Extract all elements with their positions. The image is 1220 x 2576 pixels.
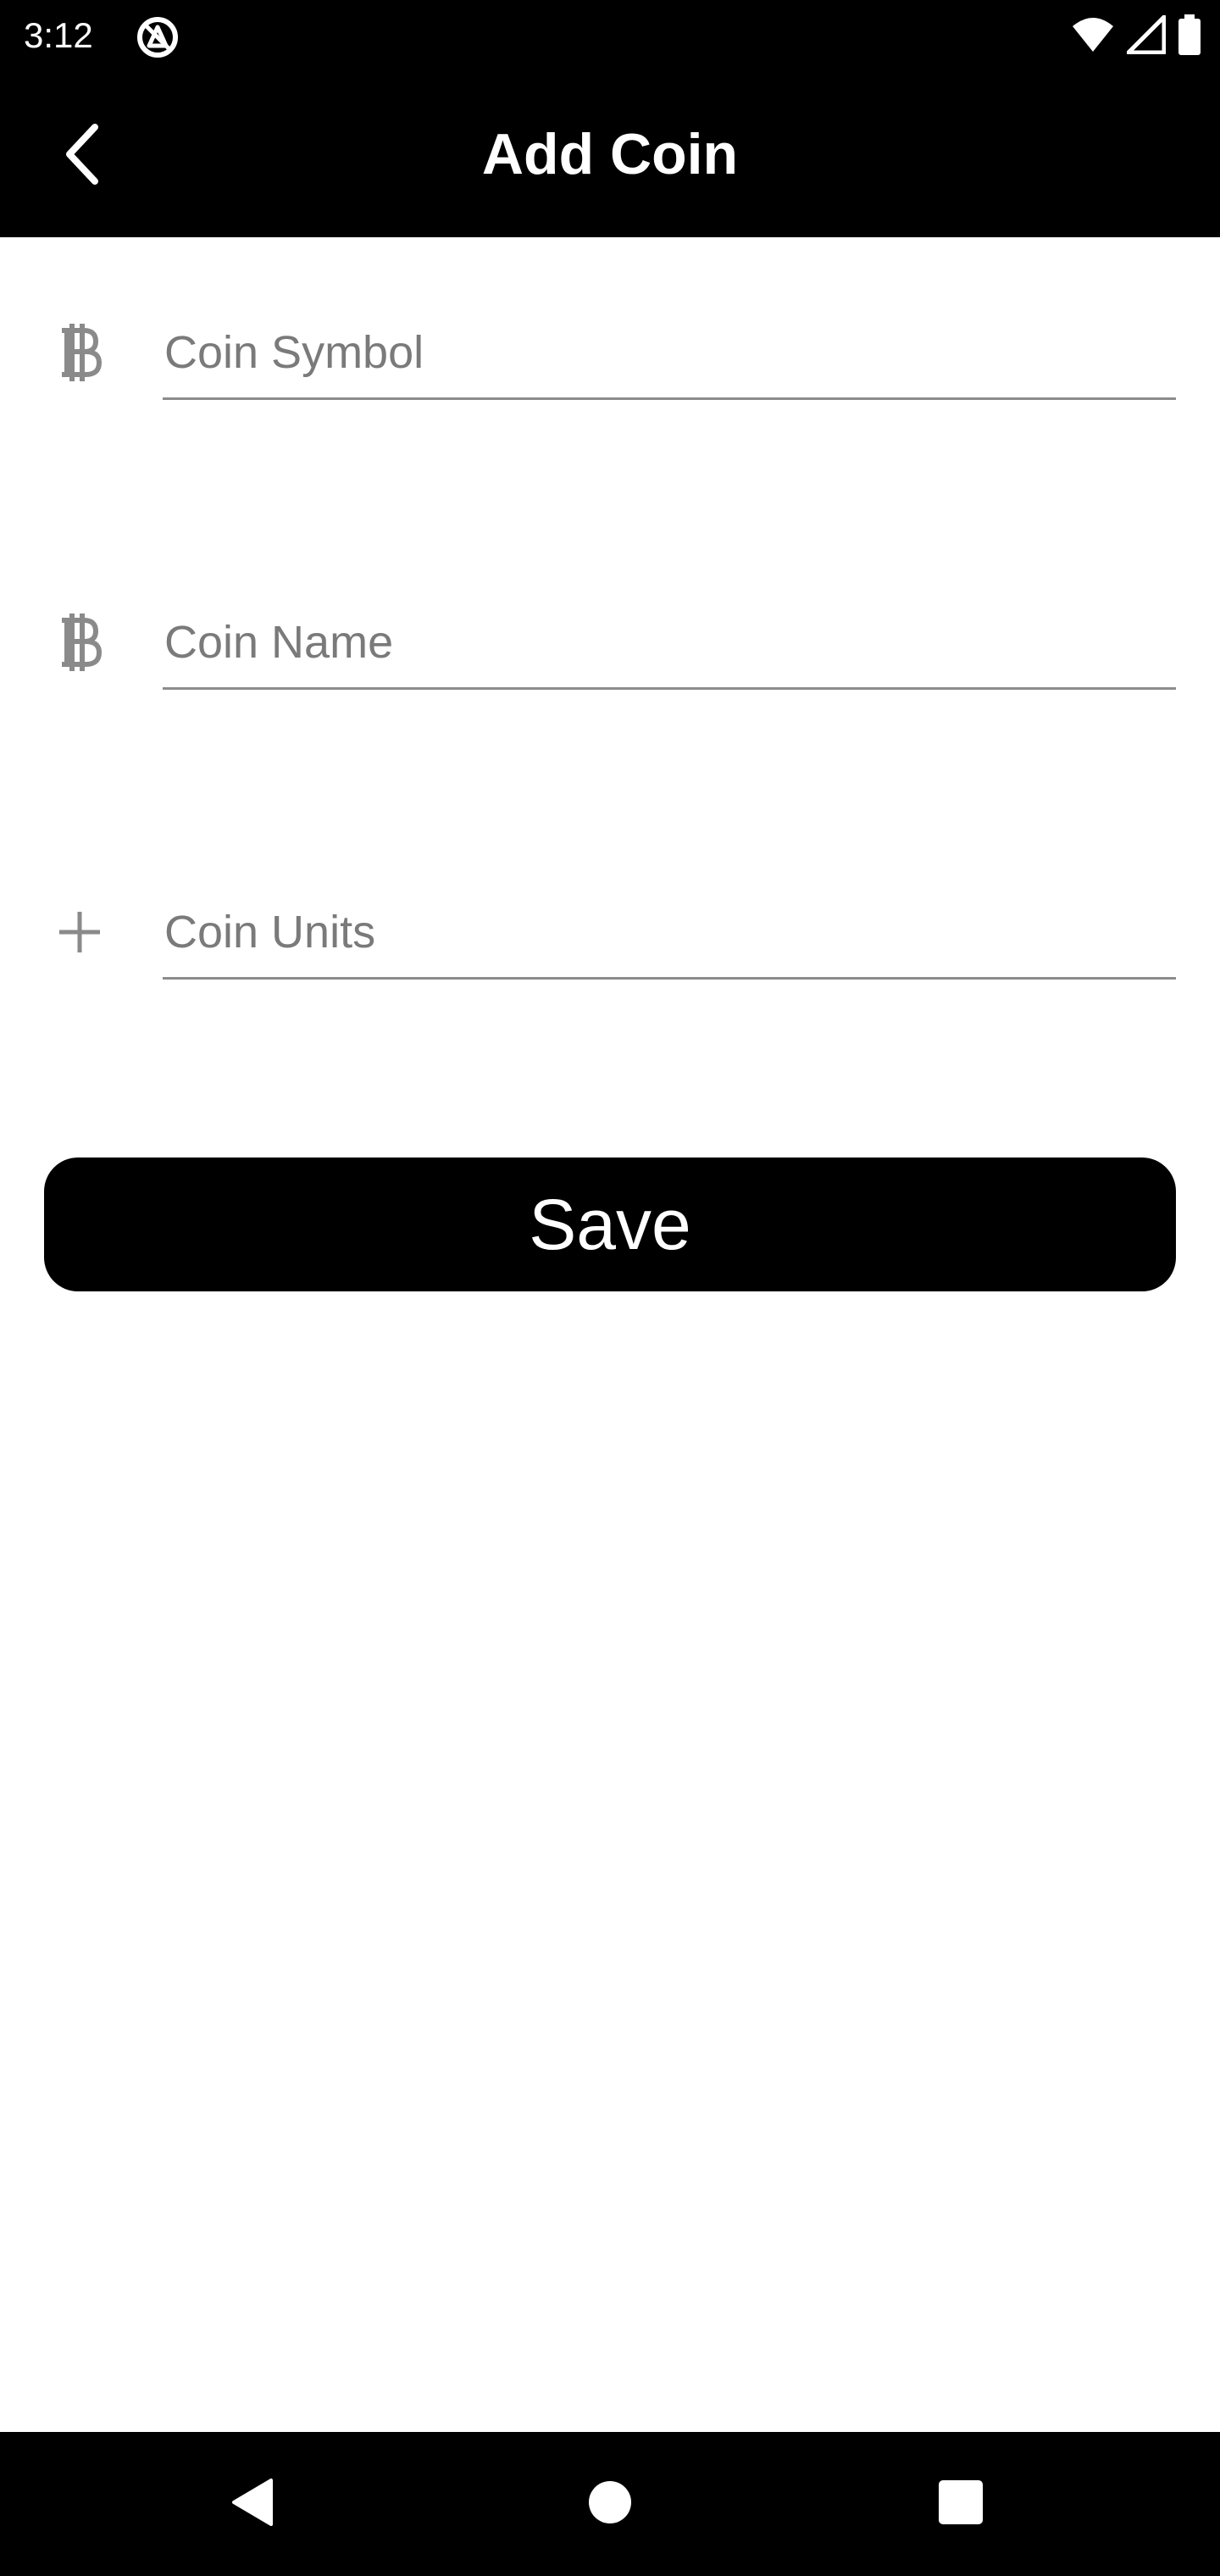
signal-icon xyxy=(1126,14,1167,58)
home-circle-icon xyxy=(587,2479,633,2529)
bitcoin-icon xyxy=(53,322,107,383)
status-bar: 3:12 xyxy=(0,0,1220,71)
back-button[interactable] xyxy=(42,115,124,197)
save-button[interactable]: Save xyxy=(44,1158,1176,1291)
battery-icon xyxy=(1178,14,1201,59)
bitcoin-icon xyxy=(53,612,107,673)
recents-square-icon xyxy=(938,2479,984,2529)
coin-symbol-input[interactable] xyxy=(163,307,1176,400)
wifi-icon xyxy=(1071,16,1115,58)
back-triangle-icon xyxy=(229,2477,276,2532)
coin-units-input[interactable] xyxy=(163,886,1176,980)
navigation-bar xyxy=(0,2432,1220,2576)
chevron-left-icon xyxy=(58,120,108,192)
nav-home-button[interactable] xyxy=(576,2470,644,2538)
status-icons xyxy=(1071,14,1201,59)
app-bar: Add Coin xyxy=(0,71,1220,237)
coin-name-row xyxy=(0,583,1220,710)
blocked-notification-icon xyxy=(136,15,180,59)
nav-recents-button[interactable] xyxy=(927,2470,995,2538)
status-time: 3:12 xyxy=(24,15,93,55)
plus-icon xyxy=(53,902,107,963)
coin-name-input[interactable] xyxy=(163,597,1176,690)
coin-units-row xyxy=(0,873,1220,1000)
coin-symbol-row xyxy=(0,293,1220,420)
page-title: Add Coin xyxy=(481,122,739,186)
nav-back-button[interactable] xyxy=(219,2470,286,2538)
